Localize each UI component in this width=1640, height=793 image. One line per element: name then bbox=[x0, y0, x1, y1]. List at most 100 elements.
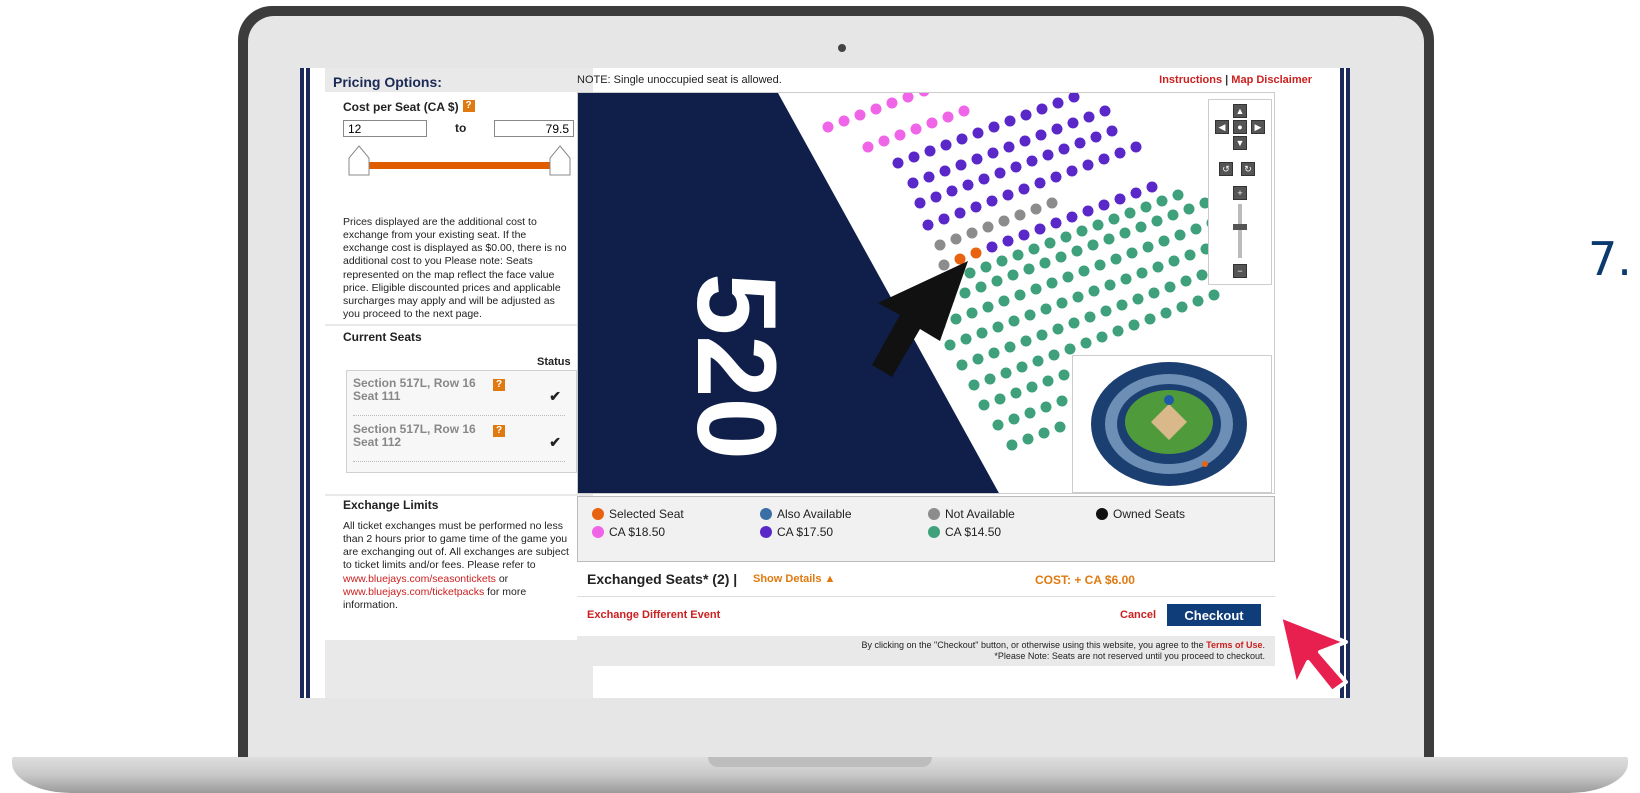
seat-dot bbox=[1018, 183, 1030, 195]
seat-dot bbox=[1068, 317, 1080, 329]
seat-dot bbox=[986, 241, 998, 253]
border-stripe-left-2 bbox=[306, 68, 310, 698]
seat-dot bbox=[1036, 103, 1048, 115]
footer-line2: *Please Note: Seats are not reserved unt… bbox=[994, 651, 1265, 661]
legend-label: Owned Seats bbox=[1113, 507, 1186, 521]
cancel-link[interactable]: Cancel bbox=[1120, 609, 1156, 621]
pricing-info-text: Prices displayed are the additional cost… bbox=[343, 216, 567, 320]
footer-line1: By clicking on the "Checkout" button, or… bbox=[861, 640, 1265, 650]
seat-dot bbox=[892, 157, 904, 169]
seat-dot bbox=[907, 177, 919, 189]
price-slider-track[interactable] bbox=[363, 162, 559, 169]
rotate-left-button[interactable]: ↺ bbox=[1219, 162, 1233, 176]
exchange-cost: COST: + CA $6.00 bbox=[1035, 573, 1135, 587]
stadium-overview[interactable] bbox=[1072, 355, 1272, 493]
seat-dot bbox=[1046, 277, 1058, 289]
seat-dot bbox=[994, 167, 1006, 179]
zoom-slider-handle[interactable] bbox=[1233, 224, 1247, 230]
zoom-slider-track[interactable] bbox=[1238, 204, 1242, 258]
seat-dot bbox=[1106, 125, 1118, 137]
seat-dot bbox=[1003, 141, 1015, 153]
exchanged-seats-bar: Exchanged Seats* (2) | Show Details ▲ CO… bbox=[577, 564, 1275, 597]
seat-dot bbox=[946, 185, 958, 197]
legend-label: CA $14.50 bbox=[945, 525, 1002, 539]
show-details-link[interactable]: Show Details ▲ bbox=[753, 573, 835, 585]
price-dot-icon bbox=[592, 526, 604, 538]
seat-dot bbox=[1034, 177, 1046, 189]
seat-dot bbox=[986, 195, 998, 207]
seat-dot bbox=[992, 321, 1004, 333]
instructions-link[interactable]: Instructions bbox=[1159, 74, 1222, 86]
exchange-different-event-link[interactable]: Exchange Different Event bbox=[587, 609, 720, 621]
zoom-in-button[interactable]: + bbox=[1233, 186, 1247, 200]
seat-dot bbox=[1130, 141, 1142, 153]
seat-dot bbox=[1090, 131, 1102, 143]
seat-line2: Seat 111 bbox=[353, 389, 401, 404]
seat-dot bbox=[1006, 439, 1018, 451]
seat-dot bbox=[978, 399, 990, 411]
seat-dot bbox=[1148, 287, 1160, 299]
help-icon[interactable]: ? bbox=[493, 379, 505, 391]
seat-dot bbox=[1016, 361, 1028, 373]
seat-dot bbox=[994, 393, 1006, 405]
season-tickets-link[interactable]: www.bluejays.com/seasontickets bbox=[343, 573, 496, 585]
terms-of-use-link[interactable]: Terms of Use bbox=[1206, 640, 1262, 650]
seat-dot bbox=[1071, 245, 1083, 257]
seat-dot bbox=[1076, 225, 1088, 237]
seat-dot bbox=[970, 247, 982, 259]
seat-dot bbox=[1066, 165, 1078, 177]
pan-up-button[interactable]: ▲ bbox=[1233, 104, 1247, 118]
seat-dot bbox=[984, 373, 996, 385]
seat-dot bbox=[1192, 295, 1204, 307]
seat-dot bbox=[838, 115, 850, 127]
exchange-limits-title: Exchange Limits bbox=[343, 498, 439, 512]
seat-dot bbox=[966, 227, 978, 239]
help-icon[interactable]: ? bbox=[493, 425, 505, 437]
seat-dot bbox=[1208, 289, 1220, 301]
map-disclaimer-link[interactable]: Map Disclaimer bbox=[1231, 74, 1312, 86]
seat-dot bbox=[1066, 211, 1078, 223]
map-controls: ▲ ◀ ● ▶ ▼ ↺ ↻ + − bbox=[1208, 99, 1272, 285]
pan-left-button[interactable]: ◀ bbox=[1215, 120, 1229, 134]
legend-label: Selected Seat bbox=[609, 507, 684, 521]
seat-dot bbox=[1028, 243, 1040, 255]
seat-dot bbox=[1126, 247, 1138, 259]
list-item: Section 517L, Row 16 Seat 111 ? ✔ bbox=[353, 376, 565, 416]
checkout-button[interactable]: Checkout bbox=[1167, 604, 1261, 626]
seat-dot bbox=[1052, 323, 1064, 335]
seat-dot bbox=[862, 141, 874, 153]
slider-handle-max[interactable] bbox=[548, 144, 572, 178]
seat-dot bbox=[1020, 109, 1032, 121]
zoom-out-button[interactable]: − bbox=[1233, 264, 1247, 278]
seat-dot bbox=[966, 307, 978, 319]
seat-dot bbox=[1068, 93, 1080, 103]
seat-dot bbox=[1156, 195, 1168, 207]
ticket-packs-link[interactable]: www.bluejays.com/ticketpacks bbox=[343, 586, 484, 598]
seat-dot bbox=[886, 97, 898, 109]
rotate-right-button[interactable]: ↻ bbox=[1241, 162, 1255, 176]
seat-dot bbox=[1058, 143, 1070, 155]
pan-center-button[interactable]: ● bbox=[1233, 120, 1247, 134]
min-price-input[interactable]: 12 bbox=[343, 120, 427, 137]
pan-right-button[interactable]: ▶ bbox=[1251, 120, 1265, 134]
seat-dot bbox=[902, 93, 914, 103]
help-icon[interactable]: ? bbox=[462, 100, 475, 112]
pan-down-button[interactable]: ▼ bbox=[1233, 136, 1247, 150]
seat-dot bbox=[1103, 233, 1115, 245]
limits-body: All ticket exchanges must be performed n… bbox=[343, 520, 569, 572]
seat-map[interactable]: 520 ▲ ◀ ● ▶ ▼ ↺ ↻ + − bbox=[577, 92, 1275, 494]
max-price-input[interactable]: 79.5 bbox=[494, 120, 574, 137]
seat-dot bbox=[1088, 285, 1100, 297]
slider-handle-min[interactable] bbox=[347, 144, 371, 178]
seat-dot bbox=[1104, 279, 1116, 291]
seat-dot bbox=[955, 159, 967, 171]
seat-dot bbox=[1116, 299, 1128, 311]
seat-dot bbox=[1140, 201, 1152, 213]
seat-dot bbox=[1040, 401, 1052, 413]
owned-seat-dot-icon bbox=[1096, 508, 1108, 520]
seat-dot bbox=[1074, 137, 1086, 149]
seat-dot bbox=[1168, 255, 1180, 267]
seat-dot bbox=[1020, 335, 1032, 347]
seat-dot bbox=[950, 313, 962, 325]
seat-dot bbox=[1060, 231, 1072, 243]
